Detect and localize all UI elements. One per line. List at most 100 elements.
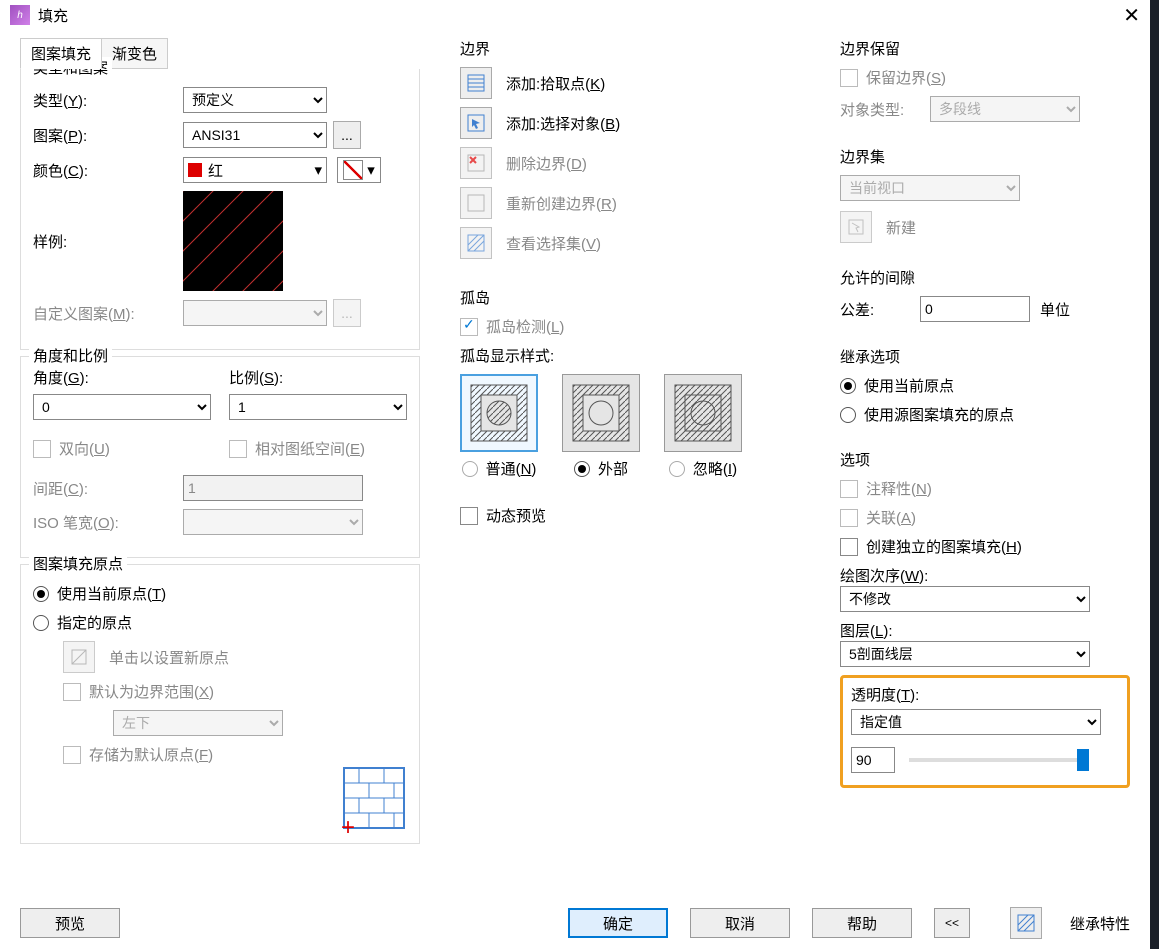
label-inherit-source: 使用源图案填充的原点 [864,404,1014,425]
select-scale[interactable]: 1 [229,394,407,420]
label-new-bset: 新建 [886,217,916,238]
dialog-title: 填充 [38,5,1123,26]
group-boundary-set: 边界集 [840,146,1130,167]
cancel-button[interactable]: 取消 [690,908,790,938]
radio-specified-origin[interactable] [33,615,49,631]
label-type: 类型(Y): [33,90,183,111]
radio-inherit-source[interactable] [840,407,856,423]
checkbox-keep-boundary [840,69,858,87]
input-tolerance[interactable] [920,296,1030,322]
label-spacing: 间距(C): [33,478,183,499]
slider-transparency[interactable] [909,758,1089,762]
svg-text:+: + [341,814,355,833]
help-button[interactable]: 帮助 [812,908,912,938]
select-angle[interactable]: 0 [33,394,211,420]
island-ignore-image[interactable] [664,374,742,452]
label-island-style: 孤岛显示样式: [460,345,800,366]
radio-island-normal [462,461,478,477]
label-obj-type: 对象类型: [840,99,930,120]
pick-origin-button [63,641,95,673]
input-trans-value[interactable] [851,747,895,773]
label-tolerance: 公差: [840,299,920,320]
label-pattern: 图案(P): [33,125,183,146]
pattern-browse-button[interactable]: ... [333,121,361,149]
label-default-extent: 默认为边界范围(X) [89,681,214,702]
radio-use-current-origin[interactable] [33,586,49,602]
collapse-button[interactable]: << [934,908,970,938]
select-obj-type: 多段线 [930,96,1080,122]
tab-pattern-fill[interactable]: 图案填充 [20,38,102,69]
sample-preview[interactable] [183,191,283,291]
label-sample: 样例: [33,231,183,252]
label-associative: 关联(A) [866,507,916,528]
checkbox-associative [840,509,858,527]
label-del-boundary: 删除边界(D) [506,153,587,174]
select-boundary-set: 当前视口 [840,175,1020,201]
label-annotative: 注释性(N) [866,478,932,499]
checkbox-store-default [63,746,81,764]
label-island-outer: 外部 [598,458,628,479]
radio-island-outer[interactable] [574,461,590,477]
checkbox-rel-paper [229,440,247,458]
select-origin-pos: 左下 [113,710,283,736]
label-specified-origin: 指定的原点 [57,612,132,633]
label-custom-pattern: 自定义图案(M): [33,303,183,324]
checkbox-dynamic-preview[interactable] [460,507,478,525]
select-pattern[interactable]: ANSI31 [183,122,327,148]
select-bg-color[interactable]: ▾ [337,157,381,183]
select-draw-order[interactable]: 不修改 [840,586,1090,612]
checkbox-default-extent [63,683,81,701]
checkbox-annotative [840,480,858,498]
label-layer: 图层(L): [840,620,1130,641]
color-swatch-icon [188,163,202,177]
label-island-normal: 普通(N) [486,458,537,479]
close-icon[interactable]: ✕ [1123,3,1140,28]
label-recreate: 重新创建边界(R) [506,193,617,214]
add-pick-point-button[interactable] [460,67,492,99]
label-inherit-props: 继承特性 [1070,913,1130,934]
checkbox-island-detect [460,318,478,336]
radio-island-ignore [669,461,685,477]
checkbox-create-separate[interactable] [840,538,858,556]
new-boundary-set-button [840,211,872,243]
ok-button[interactable]: 确定 [568,908,668,938]
label-color: 颜色(C): [33,160,183,181]
app-icon: h [10,5,30,25]
select-type[interactable]: 预定义 [183,87,327,113]
label-island-ignore: 忽略(I) [693,458,737,479]
label-keep-boundary: 保留边界(S) [866,67,946,88]
label-draw-order: 绘图次序(W): [840,565,1130,586]
checkbox-double [33,440,51,458]
group-inherit-opts: 继承选项 [840,346,1130,367]
group-angle-scale: 角度和比例 [29,345,112,366]
preview-button[interactable]: 预览 [20,908,120,938]
label-store-default: 存储为默认原点(F) [89,744,213,765]
origin-preview-icon: + [339,763,409,833]
add-select-obj-button[interactable] [460,107,492,139]
input-spacing [183,475,363,501]
select-color[interactable]: 红 ▾ [183,157,327,183]
label-dynamic-preview: 动态预览 [486,505,546,526]
island-outer-image[interactable] [562,374,640,452]
group-island: 孤岛 [460,287,800,308]
select-trans-mode[interactable]: 指定值 [851,709,1101,735]
label-double: 双向(U) [59,438,110,459]
label-view-sel: 查看选择集(V) [506,233,601,254]
island-normal-image[interactable] [460,374,538,452]
group-boundary: 边界 [460,38,800,59]
group-gap: 允许的间隙 [840,267,1130,288]
label-angle: 角度(G): [33,367,211,388]
view-selection-button [460,227,492,259]
label-scale: 比例(S): [229,367,407,388]
label-inherit-current: 使用当前原点 [864,375,954,396]
group-options: 选项 [840,449,1130,470]
inherit-props-button[interactable] [1010,907,1042,939]
radio-inherit-current[interactable] [840,378,856,394]
label-rel-paper: 相对图纸空间(E) [255,438,365,459]
group-origin: 图案填充原点 [29,553,127,574]
label-add-sel: 添加:选择对象(B) [506,113,620,134]
recreate-boundary-button [460,187,492,219]
select-layer[interactable]: 5剖面线层 [840,641,1090,667]
select-iso-pen [183,509,363,535]
label-click-set-origin: 单击以设置新原点 [109,647,229,668]
